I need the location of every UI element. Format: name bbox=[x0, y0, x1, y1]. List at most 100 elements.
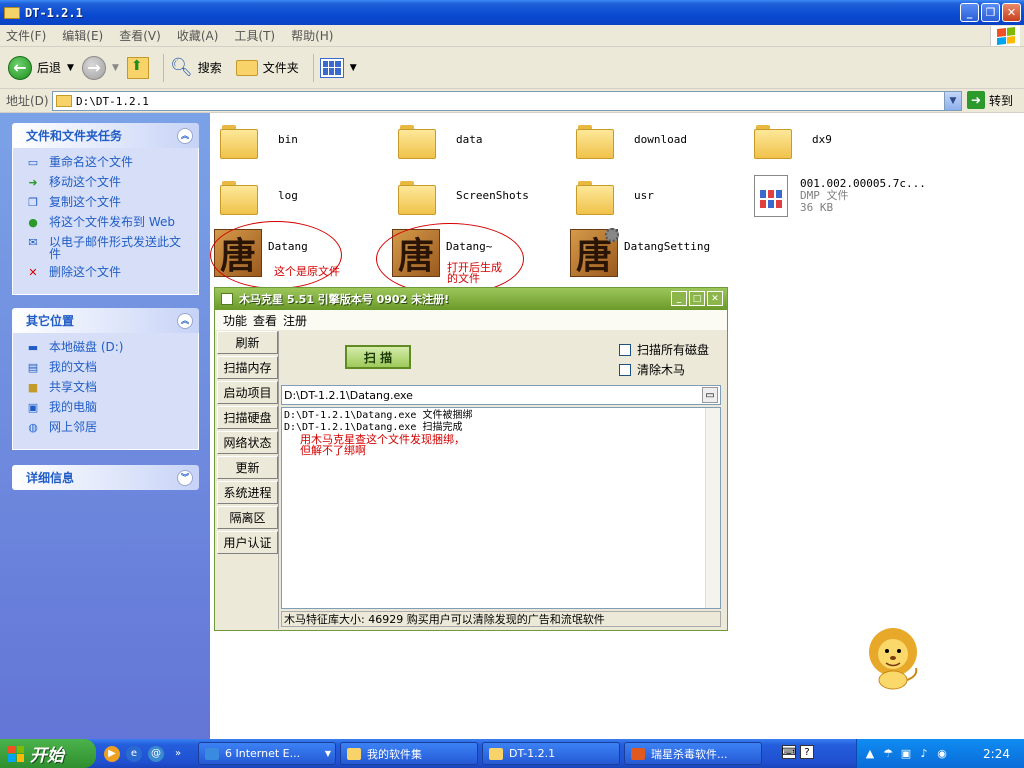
close-button[interactable]: ✕ bbox=[707, 291, 723, 306]
folder-log[interactable]: log bbox=[220, 179, 298, 215]
close-button[interactable]: ✕ bbox=[1002, 3, 1021, 22]
tk-network-status-button[interactable]: 网络状态 bbox=[217, 431, 278, 454]
tray-umbrella-icon[interactable]: ☂ bbox=[881, 747, 895, 761]
menu-tools[interactable]: 工具(T) bbox=[234, 27, 275, 44]
minimize-button[interactable]: _ bbox=[671, 291, 687, 306]
other-places-header[interactable]: 其它位置 ︽ bbox=[12, 308, 199, 333]
tray-app-icon[interactable]: ▲ bbox=[863, 747, 877, 761]
folder-icon bbox=[754, 123, 792, 159]
details-header[interactable]: 详细信息 ︾ bbox=[12, 465, 199, 490]
place-my-computer[interactable]: ▣ 我的电脑 bbox=[25, 401, 190, 415]
start-label: 开始 bbox=[30, 746, 64, 766]
menu-bar: 文件(F) 编辑(E) 查看(V) 收藏(A) 工具(T) 帮助(H) bbox=[0, 25, 1024, 47]
go-button[interactable]: ➜ 转到 bbox=[967, 91, 1013, 109]
chevron-down-icon[interactable]: ▼ bbox=[944, 92, 961, 110]
maximize-button[interactable]: □ bbox=[689, 291, 705, 306]
tk-scan-memory-button[interactable]: 扫描内存 bbox=[217, 356, 278, 379]
outlook-icon[interactable]: @ bbox=[148, 745, 164, 762]
menu-help[interactable]: 帮助(H) bbox=[291, 27, 333, 44]
folder-data[interactable]: data bbox=[398, 123, 483, 159]
task-email[interactable]: ✉ 以电子邮件形式发送此文件 bbox=[25, 236, 190, 260]
forward-button[interactable]: → ▼ bbox=[81, 55, 119, 80]
task-my-software[interactable]: 我的软件集 bbox=[340, 742, 478, 765]
chevron-down-icon[interactable]: ▼ bbox=[67, 63, 74, 73]
tk-status-bar: 木马特征库大小: 46929 购买用户可以清除发现的广告和流氓软件 bbox=[281, 611, 721, 627]
restore-button[interactable]: ❐ bbox=[981, 3, 1000, 22]
lion-mascot-icon[interactable] bbox=[860, 624, 926, 690]
task-rising-antivirus[interactable]: 瑞星杀毒软件... bbox=[624, 742, 762, 765]
tk-refresh-button[interactable]: 刷新 bbox=[217, 331, 278, 354]
task-rename[interactable]: ▭ 重命名这个文件 bbox=[25, 156, 190, 170]
check-scan-all-disks[interactable]: 扫描所有磁盘 bbox=[619, 341, 709, 358]
tk-path-input[interactable]: D:\DT-1.2.1\Datang.exe ▭ bbox=[281, 385, 721, 405]
menu-edit[interactable]: 编辑(E) bbox=[62, 27, 103, 44]
task-delete[interactable]: ✕ 删除这个文件 bbox=[25, 266, 190, 280]
task-move[interactable]: ➜ 移动这个文件 bbox=[25, 176, 190, 190]
check-remove-trojan[interactable]: 清除木马 bbox=[619, 361, 685, 378]
folder-screenshots[interactable]: ScreenShots bbox=[398, 179, 529, 215]
tk-log-area[interactable]: D:\DT-1.2.1\Datang.exe 文件被捆绑 D:\DT-1.2.1… bbox=[281, 407, 721, 609]
tk-quarantine-button[interactable]: 隔离区 bbox=[217, 506, 278, 529]
tk-user-auth-button[interactable]: 用户认证 bbox=[217, 531, 278, 554]
menu-favorites[interactable]: 收藏(A) bbox=[177, 27, 219, 44]
file-dmp[interactable]: 001.002.00005.7c... DMP 文件 36 KB bbox=[754, 175, 926, 217]
ie-icon[interactable]: e bbox=[126, 745, 142, 762]
task-publish-web[interactable]: ● 将这个文件发布到 Web bbox=[25, 216, 190, 230]
tray-volume-icon[interactable]: ♪ bbox=[917, 747, 931, 761]
checkbox[interactable] bbox=[619, 343, 631, 356]
tk-processes-button[interactable]: 系统进程 bbox=[217, 481, 278, 504]
tk-update-button[interactable]: 更新 bbox=[217, 456, 278, 479]
trojan-killer-window[interactable]: 木马克星 5.51 引擎版本号 0902 未注册! _ □ ✕ 功能 查看 注册… bbox=[214, 287, 728, 631]
place-shared-documents[interactable]: ■ 共享文档 bbox=[25, 381, 190, 395]
expand-icon[interactable]: ︾ bbox=[177, 469, 193, 486]
folder-bin[interactable]: bin bbox=[220, 123, 298, 159]
tk-menu-function[interactable]: 功能 bbox=[223, 312, 247, 329]
minimize-button[interactable]: _ bbox=[960, 3, 979, 22]
task-internet-explorer[interactable]: 6 Internet E... ▼ bbox=[198, 742, 336, 765]
tk-startup-items-button[interactable]: 启动项目 bbox=[217, 381, 278, 404]
start-button[interactable]: 开始 bbox=[0, 739, 96, 768]
tk-scan-disk-button[interactable]: 扫描硬盘 bbox=[217, 406, 278, 429]
folder-usr[interactable]: usr bbox=[576, 179, 654, 215]
tk-title-bar[interactable]: 木马克星 5.51 引擎版本号 0902 未注册! _ □ ✕ bbox=[215, 288, 727, 310]
help-icon[interactable]: ? bbox=[800, 745, 814, 759]
back-button[interactable]: ← 后退 ▼ bbox=[8, 55, 74, 80]
file-tasks-panel: 文件和文件夹任务 ︽ ▭ 重命名这个文件 ➜ 移动这个文件 ❐ 复制这个文件 ● 将这个… bbox=[12, 123, 199, 295]
collapse-icon[interactable]: ︽ bbox=[177, 127, 193, 144]
place-local-disk[interactable]: ▬ 本地磁盘 (D:) bbox=[25, 341, 190, 355]
chevron-down-icon[interactable]: ▼ bbox=[112, 63, 119, 73]
chevron-right-icon[interactable]: » bbox=[170, 746, 186, 762]
up-folder-button[interactable] bbox=[126, 56, 149, 79]
media-player-icon[interactable]: ▶ bbox=[104, 745, 120, 762]
search-button[interactable]: 🔍︎ 搜索 bbox=[170, 57, 222, 78]
explorer-title-bar[interactable]: DT-1.2.1 _ ❐ ✕ bbox=[0, 0, 1024, 25]
tk-scan-button[interactable]: 扫 描 bbox=[345, 345, 411, 369]
menu-file[interactable]: 文件(F) bbox=[6, 27, 46, 44]
folder-dx9[interactable]: dx9 bbox=[754, 123, 832, 159]
checkbox[interactable] bbox=[619, 363, 631, 376]
place-network[interactable]: ◍ 网上邻居 bbox=[25, 421, 190, 435]
menu-view[interactable]: 查看(V) bbox=[119, 27, 161, 44]
place-my-documents[interactable]: ▤ 我的文档 bbox=[25, 361, 190, 375]
tray-network-icon[interactable]: ▣ bbox=[899, 747, 913, 761]
folder-download[interactable]: download bbox=[576, 123, 687, 159]
log-line: D:\DT-1.2.1\Datang.exe 文件被捆绑 bbox=[284, 410, 473, 421]
tray-rising-icon[interactable]: ◉ bbox=[935, 747, 949, 761]
open-file-icon[interactable]: ▭ bbox=[702, 387, 718, 403]
back-label: 后退 bbox=[37, 61, 62, 75]
tk-menu-register[interactable]: 注册 bbox=[283, 312, 307, 329]
collapse-icon[interactable]: ︽ bbox=[177, 312, 193, 329]
views-button[interactable]: ▼ bbox=[319, 57, 357, 78]
toolbar: ← 后退 ▼ → ▼ 🔍︎ 搜索 文件夹 ▼ bbox=[0, 47, 1024, 89]
vertical-scrollbar[interactable] bbox=[705, 408, 720, 608]
tk-menu-view[interactable]: 查看 bbox=[253, 312, 277, 329]
folders-button[interactable]: 文件夹 bbox=[235, 59, 299, 76]
address-input[interactable]: D:\DT-1.2.1 ▼ bbox=[52, 91, 962, 111]
task-label: 复制这个文件 bbox=[49, 195, 122, 209]
file-tasks-header[interactable]: 文件和文件夹任务 ︽ bbox=[12, 123, 199, 148]
keyboard-icon[interactable]: ⌨ bbox=[782, 745, 796, 759]
chevron-down-icon[interactable]: ▼ bbox=[350, 63, 357, 73]
task-dt-folder[interactable]: DT-1.2.1 bbox=[482, 742, 620, 765]
file-datangsetting[interactable]: 唐 DatangSetting bbox=[570, 228, 710, 277]
task-copy[interactable]: ❐ 复制这个文件 bbox=[25, 196, 190, 210]
